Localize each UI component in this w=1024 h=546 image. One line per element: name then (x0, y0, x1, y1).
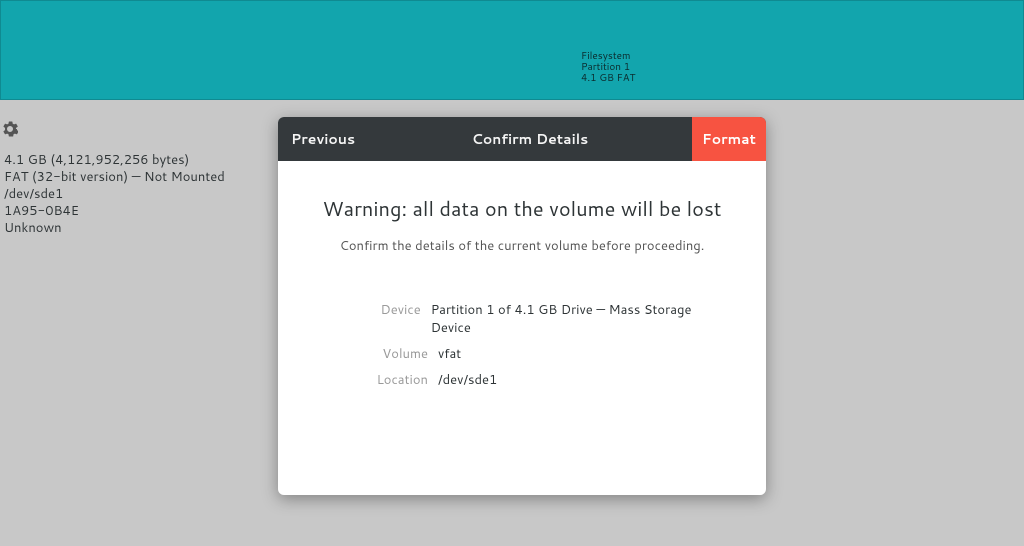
detail-row-device: Device Partition 1 of 4.1 GB Drive — Mas… (332, 301, 712, 337)
detail-value: Partition 1 of 4.1 GB Drive — Mass Stora… (431, 301, 712, 337)
partition-map[interactable]: Filesystem Partition 1 4.1 GB FAT (0, 0, 1024, 100)
dialog-title: Confirm Details (368, 117, 692, 161)
warning-title: Warning: all data on the volume will be … (318, 195, 726, 223)
volume-extra: Unknown (4, 220, 225, 237)
volume-device: /dev/sde1 (4, 186, 225, 203)
detail-value: vfat (438, 345, 461, 363)
volume-size: 4.1 GB (4,121,952,256 bytes) (4, 152, 225, 169)
detail-row-location: Location /dev/sde1 (332, 371, 712, 389)
volume-fs: FAT (32-bit version) — Not Mounted (4, 169, 225, 186)
warning-subtitle: Confirm the details of the current volum… (318, 237, 726, 255)
dialog-body: Warning: all data on the volume will be … (278, 161, 766, 495)
gear-icon (2, 120, 18, 143)
detail-label: Volume (332, 345, 428, 363)
detail-label: Location (332, 371, 428, 389)
previous-button[interactable]: Previous (278, 117, 368, 161)
volume-uuid: 1A95-0B4E (4, 203, 225, 220)
partition-map-info: Filesystem Partition 1 4.1 GB FAT (581, 51, 635, 84)
detail-row-volume: Volume vfat (332, 345, 712, 363)
volume-options-button[interactable] (2, 120, 18, 143)
partition-map-size-line: 4.1 GB FAT (581, 73, 635, 84)
dialog-header: Previous Confirm Details Format (278, 117, 766, 161)
volume-details: 4.1 GB (4,121,952,256 bytes) FAT (32-bit… (4, 152, 225, 237)
detail-label: Device (332, 301, 421, 337)
format-confirm-dialog: Previous Confirm Details Format Warning:… (278, 117, 766, 495)
format-button[interactable]: Format (692, 117, 766, 161)
detail-value: /dev/sde1 (438, 371, 497, 389)
